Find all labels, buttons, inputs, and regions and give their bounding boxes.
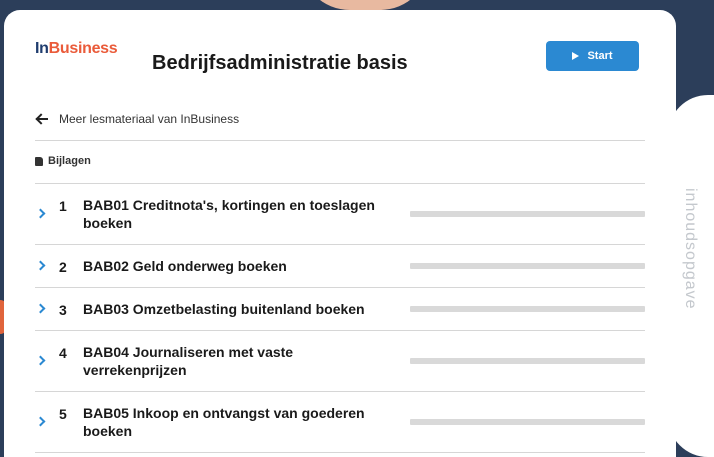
chapter-number: 2 xyxy=(59,259,67,275)
progress-bar xyxy=(410,306,645,312)
background-photo xyxy=(300,0,430,10)
chapter-row[interactable]: 5 BAB05 Inkoop en ontvangst van goederen… xyxy=(35,392,645,453)
chapter-row[interactable]: 2 BAB02 Geld onderweg boeken xyxy=(35,245,645,288)
chevron-right-icon[interactable] xyxy=(35,416,46,427)
start-button-label: Start xyxy=(587,50,613,62)
document-icon xyxy=(35,156,43,166)
play-icon xyxy=(572,52,580,60)
chapter-number: 1 xyxy=(59,198,67,214)
chapter-row[interactable]: 4 BAB04 Journaliseren met vaste verreken… xyxy=(35,331,645,392)
start-button[interactable]: Start xyxy=(546,41,639,71)
chapter-list: 1 BAB01 Creditnota's, kortingen en toesl… xyxy=(35,184,645,453)
chapter-title[interactable]: BAB01 Creditnota's, kortingen en toeslag… xyxy=(83,196,393,232)
logo-business: Business xyxy=(48,40,118,57)
chapter-row[interactable]: 3 BAB03 Omzetbelasting buitenland boeken xyxy=(35,288,645,331)
chapter-number: 3 xyxy=(59,302,67,318)
chevron-right-icon[interactable] xyxy=(35,355,46,366)
logo-in: In xyxy=(35,40,49,57)
arrow-left-icon xyxy=(35,112,49,126)
back-link[interactable]: Meer lesmateriaal van InBusiness xyxy=(35,112,239,126)
attachments-link[interactable]: Bijlagen xyxy=(35,155,91,167)
chevron-right-icon[interactable] xyxy=(35,208,46,219)
back-link-label: Meer lesmateriaal van InBusiness xyxy=(59,112,240,126)
chapter-title[interactable]: BAB03 Omzetbelasting buitenland boeken xyxy=(83,300,393,318)
inbusiness-logo: InBusiness xyxy=(35,40,118,58)
divider xyxy=(35,140,645,141)
chapter-row[interactable]: 1 BAB01 Creditnota's, kortingen en toesl… xyxy=(35,184,645,245)
chevron-right-icon[interactable] xyxy=(35,260,46,271)
page-title: Bedrijfsadministratie basis xyxy=(152,52,408,74)
chapter-title[interactable]: BAB02 Geld onderweg boeken xyxy=(83,257,393,275)
progress-bar xyxy=(410,419,645,425)
chapter-number: 4 xyxy=(59,345,67,361)
progress-bar xyxy=(410,263,645,269)
chapter-title[interactable]: BAB05 Inkoop en ontvangst van goederen b… xyxy=(83,404,393,440)
progress-bar xyxy=(410,358,645,364)
chapter-title[interactable]: BAB04 Journaliseren met vaste verrekenpr… xyxy=(83,343,393,379)
progress-bar xyxy=(410,211,645,217)
chevron-right-icon[interactable] xyxy=(35,303,46,314)
table-of-contents-label[interactable]: inhoudsopgave xyxy=(681,188,699,310)
attachments-label: Bijlagen xyxy=(48,155,91,167)
chapter-number: 5 xyxy=(59,406,67,422)
